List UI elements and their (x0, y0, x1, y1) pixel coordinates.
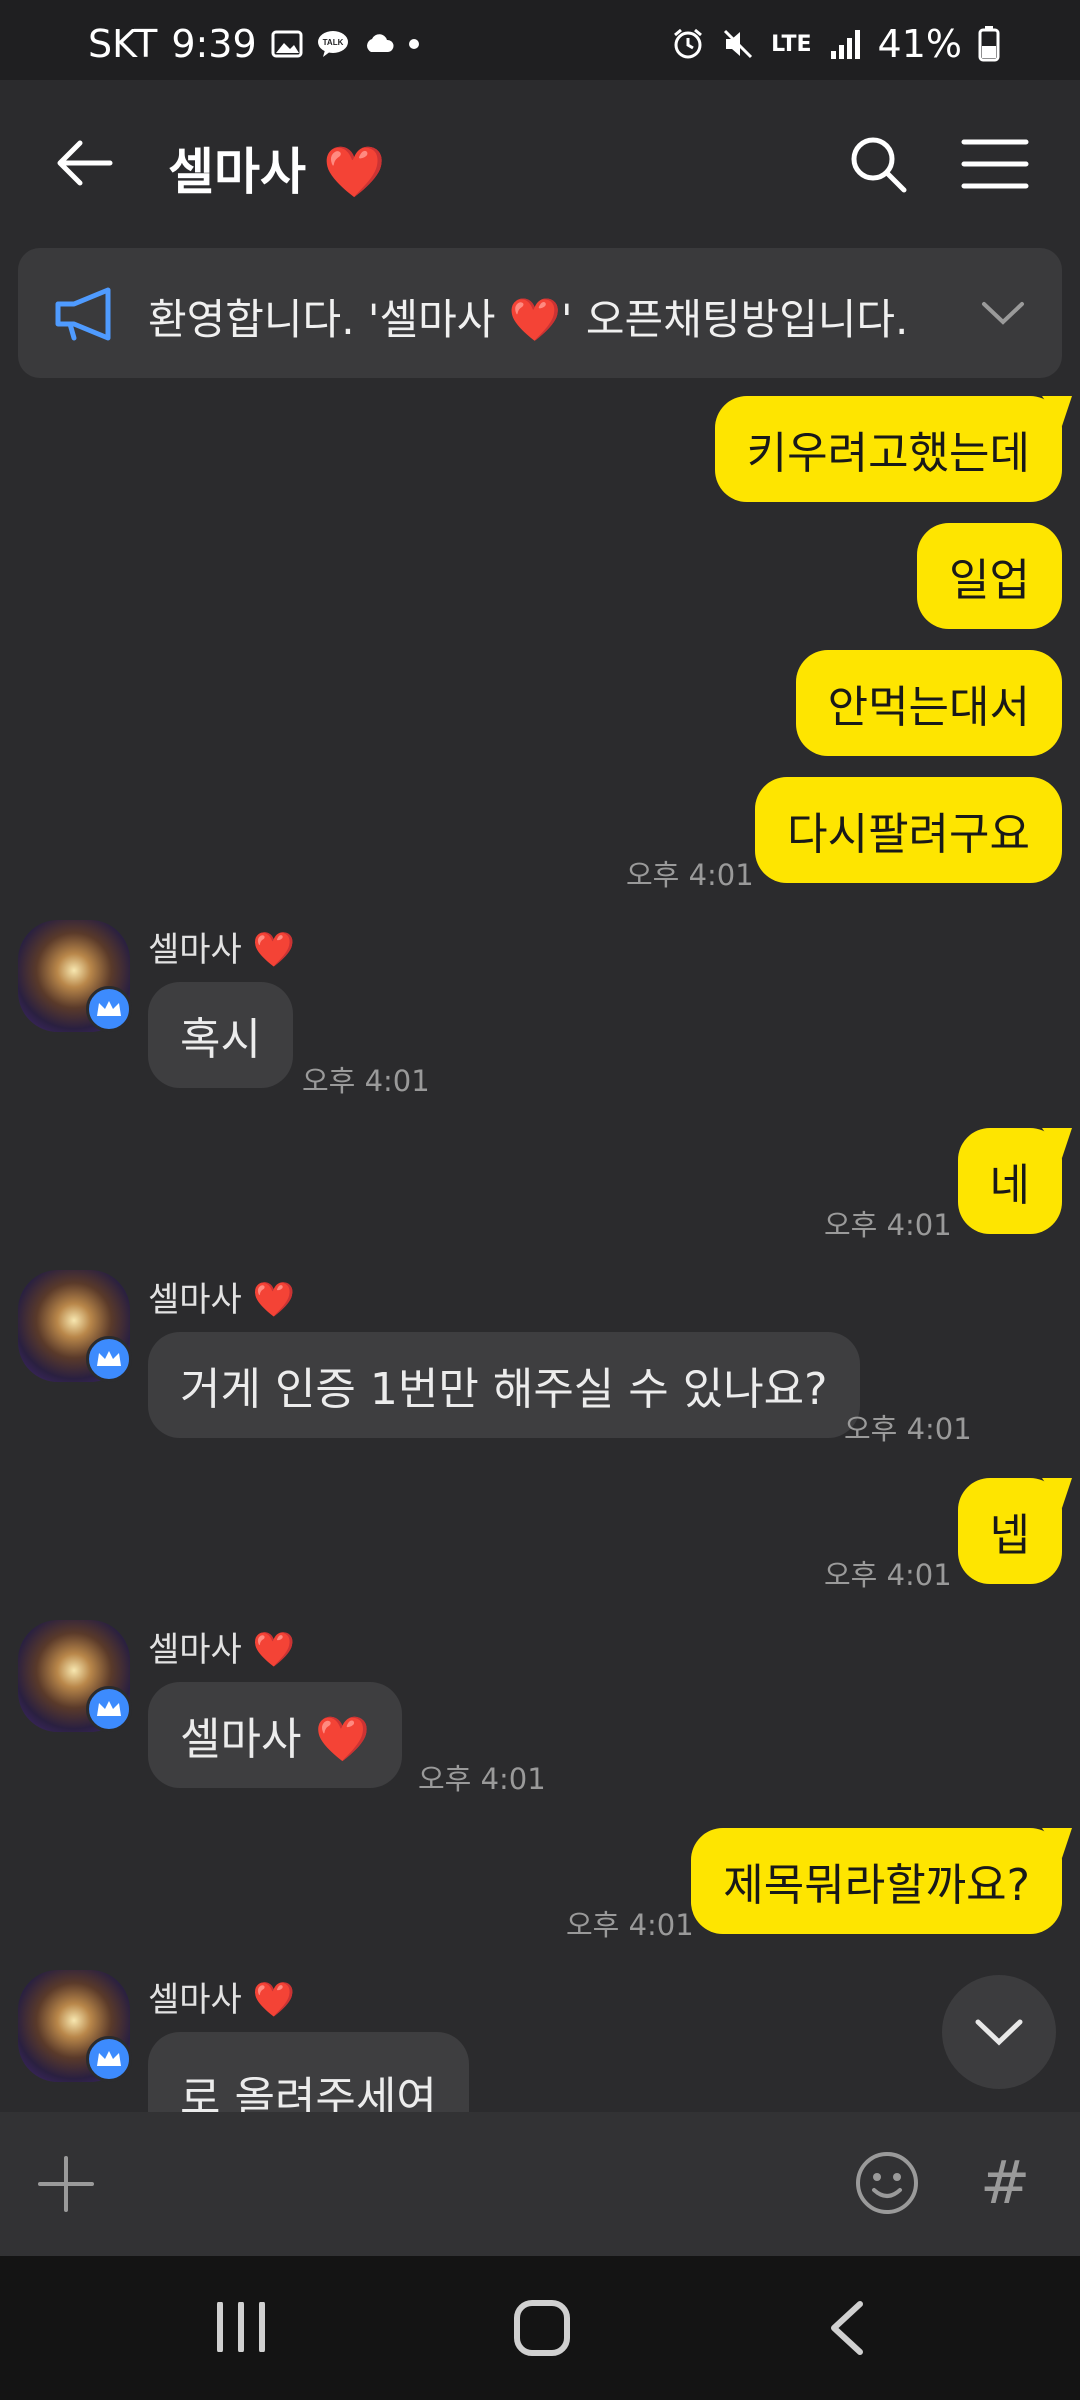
message-text: 일업 (949, 555, 1030, 606)
hashtag-button[interactable]: # (980, 2148, 1030, 2218)
scroll-down-button[interactable] (942, 1975, 1056, 2089)
my-message[interactable]: 다시팔려구요 (755, 777, 1062, 883)
system-nav-bar (0, 2256, 1080, 2400)
chat-header: 셀마사 ❤️ (0, 80, 1080, 248)
sender-name: 셀마사 ❤️ (148, 1280, 295, 1320)
sender-name: 셀마사 ❤️ (148, 1980, 295, 2020)
my-message[interactable]: 키우려고했는데 (714, 396, 1072, 502)
back-icon[interactable] (826, 2300, 866, 2356)
gallery-icon (271, 30, 303, 58)
plus-icon[interactable] (36, 2154, 96, 2214)
other-message[interactable]: 거게 인증 1번만 해주실 수 있나요? (148, 1332, 860, 1438)
alarm-icon (674, 28, 703, 59)
message-time: 오후 4:01 (844, 1412, 972, 1446)
other-message[interactable]: 혹시 (148, 982, 293, 1088)
carrier-label: SKT (88, 22, 158, 66)
message-time: 오후 4:01 (418, 1762, 546, 1796)
message-time: 오후 4:01 (302, 1064, 430, 1098)
cloud-icon (366, 34, 394, 52)
back-arrow-icon[interactable] (50, 128, 120, 198)
my-message[interactable]: 네 (957, 1128, 1072, 1234)
talk-icon: TALK (317, 31, 348, 57)
message-text: 안먹는대서 (827, 682, 1030, 733)
message-text: 네 (989, 1160, 1030, 1211)
emoji-icon[interactable] (854, 2150, 920, 2216)
crown-icon (86, 2036, 132, 2082)
clock: 9:39 (171, 22, 257, 66)
crown-icon (86, 1686, 132, 1732)
avatar[interactable] (18, 1270, 132, 1382)
message-time: 오후 4:01 (824, 1558, 952, 1592)
my-message[interactable]: 일업 (917, 523, 1062, 629)
message-time: 오후 4:01 (626, 858, 754, 892)
my-message[interactable]: 제목뭐라할까요? (691, 1828, 1072, 1934)
my-message[interactable]: 안먹는대서 (795, 650, 1062, 756)
message-input-bar: # (0, 2112, 1080, 2256)
avatar[interactable] (18, 920, 132, 1032)
message-text: 키우려고했는데 (746, 428, 1030, 479)
battery-percent: 41% (877, 22, 962, 66)
home-icon[interactable] (514, 2300, 570, 2356)
sender-name: 셀마사 ❤️ (148, 1630, 295, 1670)
bubble-tail (1042, 1128, 1072, 1158)
other-message[interactable]: 로 올려주세여 (148, 2032, 469, 2124)
message-text: 셀마사 ❤️ (180, 1714, 371, 1765)
avatar[interactable] (18, 1620, 132, 1732)
other-message[interactable]: 셀마사 ❤️ (148, 1682, 403, 1788)
chat-title: 셀마사 ❤️ (168, 143, 386, 201)
mute-icon (724, 29, 753, 59)
signal-icon (830, 30, 860, 59)
status-bar: SKT 9:39 TALK LTE 41% (0, 0, 1080, 80)
my-message[interactable]: 넵 (957, 1478, 1072, 1584)
battery-icon (978, 26, 1000, 62)
message-time: 오후 4:01 (566, 1908, 694, 1942)
bubble-tail (1042, 1828, 1072, 1858)
sender-name: 셀마사 ❤️ (148, 930, 295, 970)
message-text: 다시팔려구요 (787, 809, 1030, 860)
status-left: SKT 9:39 TALK (88, 22, 419, 66)
notice-text: 환영합니다. '셀마사 ❤️' 오픈채팅방입니다. (148, 295, 909, 344)
chevron-down-icon[interactable] (980, 298, 1026, 328)
chevron-down-icon (975, 2019, 1023, 2046)
bubble-tail (1042, 1478, 1072, 1508)
status-right: LTE 41% (671, 22, 1000, 66)
message-text: 제목뭐라할까요? (723, 1860, 1030, 1911)
notice-banner[interactable]: 환영합니다. '셀마사 ❤️' 오픈채팅방입니다. (18, 248, 1062, 378)
recent-apps-icon[interactable] (214, 2302, 268, 2352)
message-time: 오후 4:01 (824, 1208, 952, 1242)
network-label: LTE (771, 31, 812, 57)
search-icon[interactable] (846, 132, 910, 196)
dot-icon (408, 39, 419, 49)
crown-icon (86, 1336, 132, 1382)
bubble-tail (1042, 396, 1072, 426)
svg-text:TALK: TALK (322, 38, 343, 47)
message-text: 넵 (989, 1510, 1030, 1561)
avatar[interactable] (18, 1970, 132, 2082)
crown-icon (86, 986, 132, 1032)
message-text: 거게 인증 1번만 해주실 수 있나요? (180, 1364, 828, 1415)
message-text: 혹시 (180, 1014, 261, 1065)
megaphone-icon (55, 287, 111, 341)
menu-icon[interactable] (960, 132, 1030, 196)
